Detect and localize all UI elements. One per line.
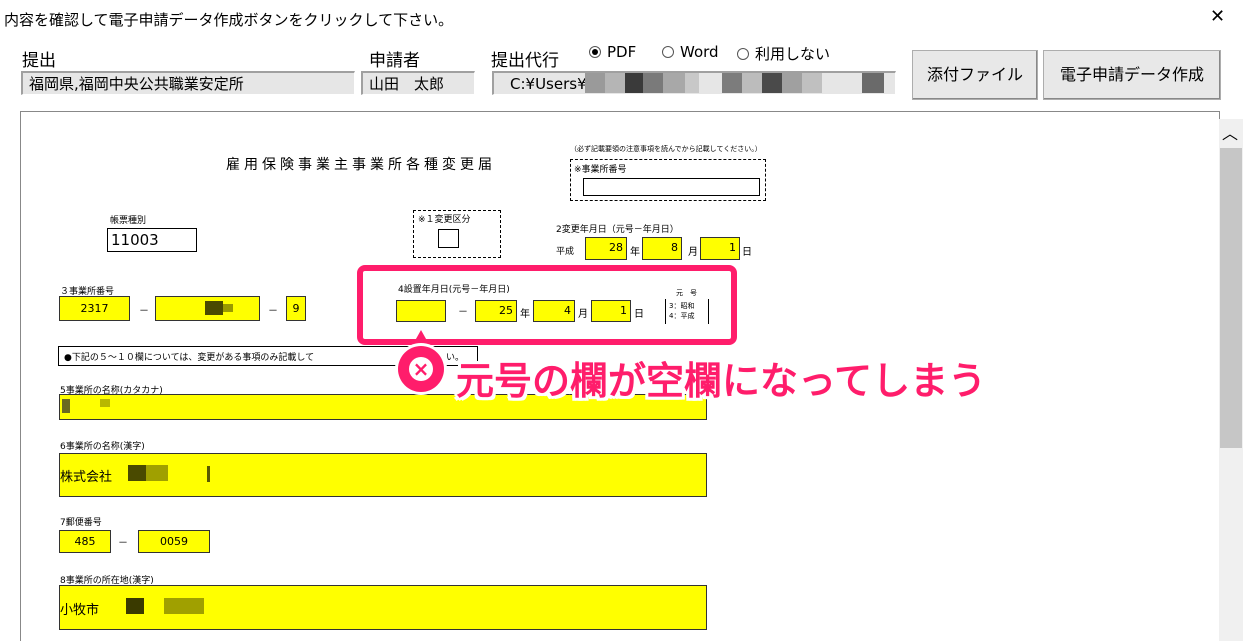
privacy-mosaic — [100, 399, 110, 407]
office-no-part1[interactable]: 2317 — [59, 296, 130, 321]
scroll-up-icon[interactable]: ︿ — [1222, 120, 1238, 144]
change-day-field[interactable]: 1 — [700, 237, 740, 260]
change-year-unit: 年 — [630, 247, 640, 258]
privacy-mosaic — [205, 301, 223, 315]
radio-none-indicator[interactable] — [737, 48, 749, 60]
output-path-text: C:¥Users¥ — [510, 75, 587, 93]
privacy-mosaic — [223, 304, 233, 312]
radio-pdf-label: PDF — [607, 43, 637, 61]
attach-file-button[interactable]: 添付ファイル — [912, 50, 1038, 100]
change-era: 平成 — [556, 247, 575, 257]
form-title: 雇用保険事業主事業所各種変更届 — [226, 157, 496, 173]
office-no-dash1: － — [139, 306, 149, 317]
privacy-mosaic — [862, 73, 884, 93]
privacy-mosaic — [663, 73, 685, 93]
close-icon[interactable]: ✕ — [1210, 6, 1225, 27]
privacy-mosaic — [643, 73, 663, 93]
office-no-dash2: － — [268, 306, 278, 317]
privacy-mosaic — [722, 73, 742, 93]
privacy-mosaic — [128, 465, 146, 481]
privacy-mosaic — [126, 598, 144, 614]
scrollbar-thumb[interactable] — [1220, 148, 1242, 448]
privacy-mosaic — [62, 399, 70, 413]
callout-pointer — [412, 330, 430, 346]
submit-label: 提出 — [22, 51, 56, 71]
change-month-field[interactable]: 8 — [642, 237, 682, 260]
postal-part1[interactable]: 485 — [59, 530, 111, 553]
change-month-unit: 月 — [688, 247, 698, 258]
office-number-note: ※事業所番号 — [574, 165, 627, 175]
office-no-part3[interactable]: 9 — [286, 296, 306, 321]
privacy-mosaic — [762, 73, 782, 93]
privacy-mosaic — [782, 73, 802, 93]
postal-dash: － — [118, 538, 128, 549]
notice-text: ●下記の５～１０欄については、変更がある事項のみ記載して — [64, 353, 315, 363]
radio-pdf-indicator[interactable] — [589, 46, 601, 58]
radio-word-indicator[interactable] — [662, 46, 674, 58]
privacy-mosaic — [585, 73, 605, 93]
kanji-name-label: 6事業所の名称(漢字) — [60, 442, 145, 452]
change-day-unit: 日 — [742, 247, 752, 258]
postal-part2[interactable]: 0059 — [138, 530, 210, 553]
proxy-label: 提出代行 — [491, 51, 559, 71]
submit-office-field[interactable]: 福岡県,福岡中央公共職業安定所 — [21, 71, 355, 95]
radio-pdf[interactable]: PDF — [589, 43, 636, 61]
privacy-mosaic — [146, 465, 168, 481]
radio-none[interactable]: 利用しない — [737, 43, 830, 64]
change-kbn-input[interactable] — [438, 229, 459, 248]
radio-word-label: Word — [680, 43, 719, 61]
privacy-mosaic — [164, 598, 204, 614]
create-e-application-button[interactable]: 電子申請データ作成 — [1043, 50, 1221, 100]
kanji-name-value: 株式会社 — [60, 470, 113, 485]
privacy-mosaic — [742, 73, 762, 93]
applicant-label: 申請者 — [369, 51, 420, 71]
annotation-message: 元号の欄が空欄になってしまう — [456, 359, 987, 403]
postal-label: 7郵便番号 — [60, 518, 102, 528]
form-type-label: 帳票種別 — [110, 216, 147, 226]
form-type-field[interactable]: 11003 — [107, 228, 197, 252]
address-value: 小牧市 — [60, 603, 100, 618]
radio-none-label: 利用しない — [755, 45, 831, 63]
change-date-label: 2変更年月日（元号－年月日） — [556, 225, 679, 235]
privacy-mosaic — [605, 73, 625, 93]
dialog-instruction: 内容を確認して電子申請データ作成ボタンをクリックして下さい。 — [4, 11, 454, 29]
radio-word[interactable]: Word — [662, 43, 719, 61]
privacy-mosaic — [802, 73, 822, 93]
privacy-mosaic — [207, 466, 210, 482]
change-year-field[interactable]: 28 — [585, 237, 627, 260]
privacy-mosaic — [685, 73, 699, 93]
error-x-icon: × — [409, 357, 433, 381]
office-number-input[interactable] — [583, 178, 760, 196]
privacy-mosaic — [625, 73, 643, 93]
change-kbn-label: ※１変更区分 — [418, 215, 471, 225]
form-top-note: （必ず記載要領の注意事項を読んでから記載してください。） — [570, 145, 762, 153]
address-field[interactable] — [59, 585, 707, 630]
applicant-field[interactable]: 山田 太郎 — [361, 71, 475, 95]
